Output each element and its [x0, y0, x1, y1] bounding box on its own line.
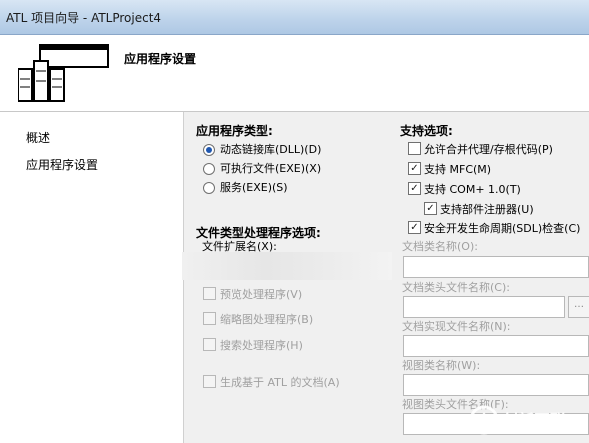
preview-handler-label: 预览处理程序(V): [220, 288, 303, 301]
checkbox-mfc[interactable]: ✓: [408, 162, 421, 175]
doc-impl-label: 文档实现文件名称(N):: [402, 320, 511, 333]
checkbox-atl-document[interactable]: [203, 375, 216, 388]
checkbox-search-handler[interactable]: [203, 338, 216, 351]
project-wizard-icon: [18, 44, 109, 102]
checkbox-sdl[interactable]: ✓: [408, 221, 421, 234]
search-handler-label: 搜索处理程序(H): [220, 339, 303, 352]
watermark-text: 创新互联: [501, 411, 566, 430]
doc-impl-input[interactable]: [403, 335, 589, 357]
wizard-nav: 概述 应用程序设置: [0, 112, 183, 443]
doc-class-label: 文档类名称(O):: [402, 240, 478, 253]
window-title: ATL 项目向导 - ATLProject4: [6, 11, 162, 25]
atl-document-label: 生成基于 ATL 的文档(A): [220, 376, 340, 389]
checkbox-complus-label: 支持 COM+ 1.0(T): [424, 183, 521, 196]
banner-heading: 应用程序设置: [124, 52, 197, 66]
checkbox-merge-proxy-label: 允许合并代理/存根代码(P): [424, 143, 553, 156]
doc-header-label: 文档类头文件名称(C):: [402, 281, 510, 294]
radio-service[interactable]: [203, 182, 215, 194]
doc-class-input[interactable]: [403, 256, 589, 278]
radio-service-label: 服务(EXE)(S): [220, 181, 288, 194]
support-heading: 支持选项:: [400, 124, 453, 138]
view-class-input[interactable]: [403, 374, 589, 396]
checkbox-preview-handler[interactable]: [203, 287, 216, 300]
checkbox-merge-proxy[interactable]: [408, 142, 421, 155]
radio-exe-label: 可执行文件(EXE)(X): [220, 162, 322, 175]
thumbnail-handler-label: 缩略图处理程序(B): [220, 313, 314, 326]
browse-button[interactable]: …: [568, 296, 589, 318]
checkbox-registrar[interactable]: ✓: [424, 202, 437, 215]
checkbox-sdl-label: 安全开发生命周期(SDL)检查(C): [424, 222, 581, 235]
checkbox-thumbnail-handler[interactable]: [203, 312, 216, 325]
radio-exe[interactable]: [203, 163, 215, 175]
checkbox-registrar-label: 支持部件注册器(U): [440, 203, 534, 216]
watermark-logo: 创新互联: [469, 405, 566, 435]
app-type-heading: 应用程序类型:: [196, 124, 273, 138]
checkbox-mfc-label: 支持 MFC(M): [424, 163, 492, 176]
nav-item-app-settings[interactable]: 应用程序设置: [26, 156, 98, 173]
doc-header-input[interactable]: [403, 296, 565, 318]
view-class-label: 视图类名称(W):: [402, 359, 481, 372]
checkbox-complus[interactable]: ✓: [408, 182, 421, 195]
title-bar: ATL 项目向导 - ATLProject4: [0, 0, 589, 35]
radio-dll[interactable]: [203, 144, 215, 156]
wizard-banner: 应用程序设置: [0, 35, 589, 112]
radio-dll-label: 动态链接库(DLL)(D): [220, 143, 322, 156]
nav-item-overview[interactable]: 概述: [26, 129, 50, 146]
file-extension-input[interactable]: [182, 252, 392, 280]
